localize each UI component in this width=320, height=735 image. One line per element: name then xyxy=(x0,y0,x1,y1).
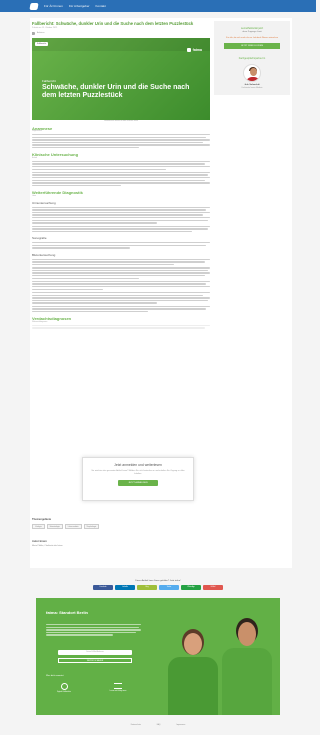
avatar xyxy=(243,64,261,82)
section-title: Weiterführende Diagnostik xyxy=(32,190,83,196)
paragraph xyxy=(32,160,210,170)
share-title: Dieser Artikel kann Ihnen gefallen? Jetz… xyxy=(135,580,181,582)
subsection-title: Blutuntersuchung xyxy=(32,252,56,257)
promo-feature-label: Lernen mit Kolleg:innen xyxy=(109,691,127,692)
footer-link[interactable]: Impressum xyxy=(176,724,185,726)
paragraph xyxy=(32,267,210,279)
speaker-icon xyxy=(32,32,35,35)
tag-item[interactable]: Urologie xyxy=(32,524,45,529)
share-facebook-button[interactable]: Facebook xyxy=(93,585,113,590)
promo-feature: Lernen mit Kolleg:innen xyxy=(98,683,138,692)
sidebar-card: Lerneffektivität jetzt ohne Zugangs-Limi… xyxy=(214,21,290,95)
sidebar-note: Für alle, die sich mehr als nur Lehrbuch… xyxy=(226,37,278,39)
tag-item[interactable]: Hämatologie xyxy=(46,524,63,529)
hero-brand-text: fatma xyxy=(192,47,202,52)
tag-item[interactable]: Labormedizin xyxy=(64,524,82,529)
paragraph xyxy=(32,242,210,249)
subsection-title: Urinuntersuchung xyxy=(32,200,56,205)
tag-item[interactable]: Nephrologie xyxy=(83,524,100,529)
sidebar-subline: ohne Zugangs-Limit xyxy=(242,31,262,33)
paragraph xyxy=(32,225,210,233)
promo-feature: Digitale Fallberichte xyxy=(44,683,84,693)
section-title: Klinische Untersuchung xyxy=(32,152,79,158)
footer-link[interactable]: FAQ xyxy=(157,724,161,726)
fatma-logo-icon xyxy=(187,47,192,52)
article-title: Fallbericht: Schwäche, dunkler Urin und … xyxy=(32,21,194,26)
section-title: Verdachtsdiagnosen xyxy=(32,316,72,322)
group-icon xyxy=(114,683,122,689)
subsection-title: Sonografie xyxy=(32,236,47,241)
section-title: Anamnese xyxy=(32,125,53,131)
share-linkedin-button[interactable]: LinkedIn xyxy=(115,585,135,590)
share-buttons: Facebook LinkedIn Xing Twitter WhatsApp … xyxy=(0,585,316,590)
hero-caption: Medizinisches Wissen auf dem neuesten St… xyxy=(104,120,138,122)
share-twitter-button[interactable]: Twitter xyxy=(159,585,179,590)
section-subtitle: Differenzialdiagnosen xyxy=(32,321,48,323)
hero-stripe xyxy=(32,37,210,51)
author-name: Marie Pfeffer, Chefärztin der fatma xyxy=(32,545,63,547)
brand-logo-icon[interactable] xyxy=(29,2,39,10)
paragraph xyxy=(32,305,210,313)
email-field[interactable]: Deine E-Mail-Adresse xyxy=(58,650,132,655)
paragraph xyxy=(32,280,210,291)
promo-photo xyxy=(158,598,280,715)
promo-features-title: Was dich erwartet xyxy=(46,675,64,677)
promo-button[interactable]: WEITER SCHAUEN xyxy=(58,658,132,663)
expert-role: Fachärztin Innere Medizin xyxy=(241,86,263,89)
share-xing-button[interactable]: Xing xyxy=(137,585,157,590)
login-button[interactable]: JETZT ANMELDEN xyxy=(118,480,158,487)
paragraph xyxy=(32,324,210,329)
section-subtitle: Befund xyxy=(32,157,38,159)
hero-headline: Schwäche, dunkler Urin und die Suche nac… xyxy=(42,83,190,99)
listen-button[interactable]: Anhören xyxy=(32,32,210,35)
section-subtitle: Labor xyxy=(32,195,37,197)
hero-brand: fatma xyxy=(187,47,202,52)
page-container: Fallbericht: Schwäche, dunkler Urin und … xyxy=(30,18,292,568)
footer-link[interactable]: Datenschutz xyxy=(131,724,141,726)
hero-image: Fallbericht fatma Fallbericht Schwäche, … xyxy=(32,37,210,120)
section-subtitle: Vorgeschichte xyxy=(32,131,43,132)
footer-links: Datenschutz FAQ Impressum xyxy=(0,724,316,726)
sidebar-headline: Lerneffektivität jetzt xyxy=(240,27,264,30)
login-prompt: Jetzt anmelden und weiterlesen Sie möcht… xyxy=(82,457,194,501)
share-email-button[interactable]: E-Mail xyxy=(203,585,223,590)
paragraph xyxy=(32,206,210,224)
promo-feature-label: Digitale Fallberichte xyxy=(57,692,71,693)
sidebar: Lerneffektivität jetzt ohne Zugangs-Limi… xyxy=(214,21,290,95)
article: Fallbericht: Schwäche, dunkler Urin und … xyxy=(32,21,210,330)
top-navigation: Für Ärzt:innen Für Arbeitgeber Kontakt xyxy=(0,0,316,12)
article-meta: Zuletzt am 15. Oktober 2021 xyxy=(32,27,58,29)
tags-title: Themengebiete xyxy=(32,518,52,521)
clock-icon xyxy=(60,683,68,690)
expert-label: Fachgesprächspartner:in xyxy=(238,57,266,60)
promo-title: fatma: Standort Berlin xyxy=(46,610,89,615)
paragraph xyxy=(32,292,210,304)
login-subtitle: Sie möchten den gesamten Artikel lesen? … xyxy=(91,470,185,475)
hero-badge: Fallbericht xyxy=(35,41,49,46)
share-whatsapp-button[interactable]: WhatsApp xyxy=(181,585,201,590)
nav-item-doctors[interactable]: Für Ärzt:innen xyxy=(44,4,63,8)
nav-item-contact[interactable]: Kontakt xyxy=(96,4,106,8)
promo-banner: fatma: Standort Berlin Deine E-Mail-Adre… xyxy=(36,598,280,715)
login-title: Jetzt anmelden und weiterlesen xyxy=(114,463,162,467)
listen-label: Anhören xyxy=(37,32,45,35)
hero-kicker: Fallbericht xyxy=(42,78,56,83)
promo-description xyxy=(46,624,141,637)
sidebar-cta-button[interactable]: JETZT FREI KLICKEN xyxy=(224,43,280,49)
paragraph xyxy=(32,171,210,187)
author-title: Autor:innen xyxy=(32,540,47,543)
paragraph xyxy=(32,258,210,266)
tag-list: Urologie Hämatologie Labormedizin Nephro… xyxy=(32,524,100,529)
nav-item-employers[interactable]: Für Arbeitgeber xyxy=(69,4,90,8)
paragraph xyxy=(32,134,210,149)
share-section: Dieser Artikel kann Ihnen gefallen? Jetz… xyxy=(0,580,316,590)
